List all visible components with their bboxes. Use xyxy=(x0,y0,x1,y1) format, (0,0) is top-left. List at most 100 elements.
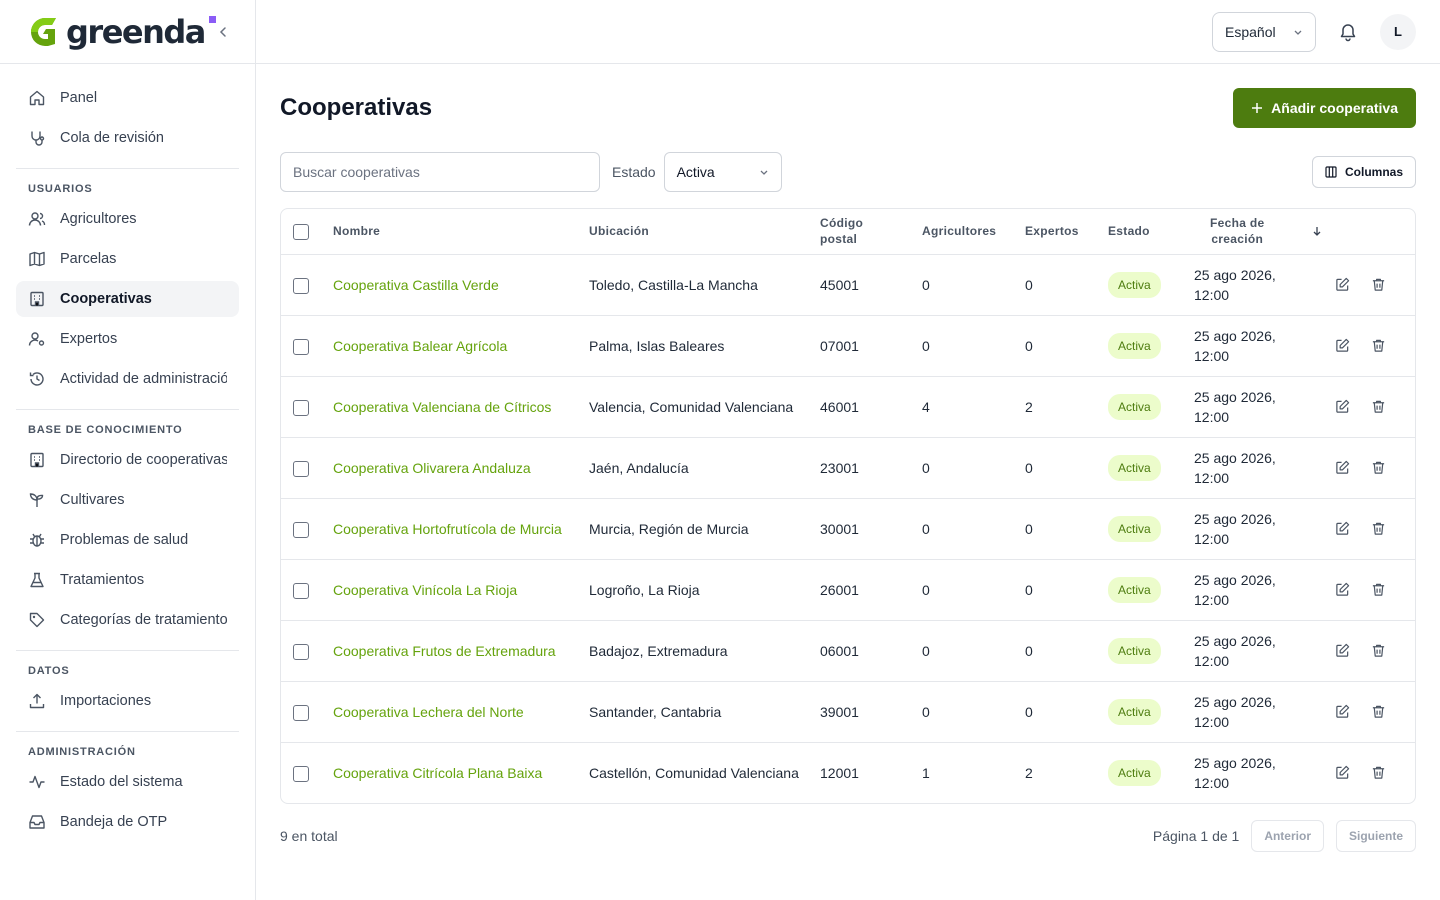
page-info: Página 1 de 1 xyxy=(1152,828,1240,844)
delete-button[interactable] xyxy=(1366,516,1390,540)
header-farmers[interactable]: Agricultores xyxy=(914,209,1017,255)
cell-postal: 07001 xyxy=(812,315,914,377)
edit-button[interactable] xyxy=(1330,577,1354,601)
header-created[interactable]: Fecha de creación xyxy=(1186,209,1322,255)
cell-postal: 46001 xyxy=(812,376,914,438)
row-checkbox[interactable] xyxy=(293,643,309,660)
sidebar-item-directorio-de-cooperativas[interactable]: Directorio de cooperativas xyxy=(16,442,239,478)
sidebar-item-importaciones[interactable]: Importaciones xyxy=(16,683,239,719)
edit-button[interactable] xyxy=(1330,699,1354,723)
delete-button[interactable] xyxy=(1366,577,1390,601)
cooperative-name-link[interactable]: Cooperativa Valenciana de Cítricos xyxy=(333,399,551,415)
sidebar-item-cola-de-revisión[interactable]: Cola de revisión xyxy=(16,120,239,156)
cell-postal: 12001 xyxy=(820,764,859,781)
edit-button[interactable] xyxy=(1330,272,1354,296)
sidebar-item-problemas-de-salud[interactable]: Problemas de salud xyxy=(16,522,239,558)
edit-button[interactable] xyxy=(1330,455,1354,479)
sidebar-item-panel[interactable]: Panel xyxy=(16,80,239,116)
add-cooperative-button[interactable]: Añadir cooperativa xyxy=(1233,88,1416,128)
sidebar-item-actividad-de-administración[interactable]: Actividad de administración xyxy=(16,361,239,397)
edit-button[interactable] xyxy=(1330,516,1354,540)
edit-button[interactable] xyxy=(1330,761,1354,785)
delete-button[interactable] xyxy=(1366,455,1390,479)
status-badge: Activa xyxy=(1108,759,1161,786)
sidebar-item-cultivares[interactable]: Cultivares xyxy=(16,482,239,518)
delete-button[interactable] xyxy=(1366,272,1390,296)
cooperative-name-link[interactable]: Cooperativa Balear Agrícola xyxy=(333,338,507,354)
sidebar-item-agricultores[interactable]: Agricultores xyxy=(16,201,239,237)
edit-icon xyxy=(1335,399,1349,413)
row-checkbox[interactable] xyxy=(293,582,309,599)
sidebar-item-parcelas[interactable]: Parcelas xyxy=(16,241,239,277)
created-time: 12:00 xyxy=(1194,408,1230,425)
header-experts[interactable]: Expertos xyxy=(1017,209,1100,255)
status-filter-select[interactable]: Activa xyxy=(663,152,782,192)
cell-postal: 26001 xyxy=(812,559,914,621)
header-name[interactable]: Nombre xyxy=(325,209,581,255)
row-checkbox[interactable] xyxy=(293,338,309,355)
row-checkbox[interactable] xyxy=(293,399,309,416)
cooperative-name-link[interactable]: Cooperativa Citrícola Plana Baixa xyxy=(333,765,542,781)
edit-button[interactable] xyxy=(1330,638,1354,662)
sidebar-item-tratamientos[interactable]: Tratamientos xyxy=(16,562,239,598)
edit-button[interactable] xyxy=(1330,333,1354,357)
header-location[interactable]: Ubicación xyxy=(581,209,812,255)
previous-page-button[interactable]: Anterior xyxy=(1251,820,1324,852)
sidebar-item-estado-del-sistema[interactable]: Estado del sistema xyxy=(16,764,239,800)
cell-location: Castellón, Comunidad Valenciana xyxy=(589,764,799,781)
status-badge: Activa xyxy=(1108,698,1161,725)
user-avatar[interactable]: L xyxy=(1380,13,1416,50)
collapse-sidebar-button[interactable] xyxy=(216,23,231,41)
cooperative-name-link[interactable]: Cooperativa Castilla Verde xyxy=(333,277,499,293)
edit-button[interactable] xyxy=(1330,394,1354,418)
trash-icon xyxy=(1372,461,1384,474)
edit-icon xyxy=(1335,582,1349,596)
search-input[interactable] xyxy=(280,152,600,192)
notifications-button[interactable] xyxy=(1332,16,1364,48)
select-all-checkbox[interactable] xyxy=(293,223,309,240)
created-date: 25 ago 2026, xyxy=(1194,449,1276,466)
cooperative-name-link[interactable]: Cooperativa Vinícola La Rioja xyxy=(333,582,517,598)
language-select[interactable]: Español xyxy=(1212,11,1316,52)
sidebar-section: USUARIOS Agricultores Parcelas Cooperativas… xyxy=(16,168,239,397)
cooperative-name-link[interactable]: Cooperativa Lechera del Norte xyxy=(333,704,524,720)
row-checkbox[interactable] xyxy=(293,521,309,538)
row-checkbox[interactable] xyxy=(293,460,309,477)
sidebar-item-label: Parcelas xyxy=(60,251,117,267)
columns-button[interactable]: Columnas xyxy=(1311,156,1416,188)
sidebar-item-categorías-de-tratamiento[interactable]: Categorías de tratamiento xyxy=(16,602,239,638)
sidebar-item-label: Bandeja de OTP xyxy=(60,814,168,830)
cell-postal: 06001 xyxy=(812,620,914,682)
main-area: Español L Cooperativas Añadir cooperativ… xyxy=(256,0,1440,900)
cell-created: 25 ago 2026, 12:00 xyxy=(1186,681,1322,743)
sidebar-section: BASE DE CONOCIMIENTO Directorio de cooper… xyxy=(16,409,239,638)
sidebar-item-bandeja-de-otp[interactable]: Bandeja de OTP xyxy=(16,804,239,840)
row-checkbox[interactable] xyxy=(293,277,309,294)
sort-descending-icon[interactable] xyxy=(1312,226,1322,236)
delete-button[interactable] xyxy=(1366,333,1390,357)
cooperative-name-link[interactable]: Cooperativa Olivarera Andaluza xyxy=(333,460,531,476)
status-badge: Activa xyxy=(1108,271,1161,298)
row-checkbox[interactable] xyxy=(293,704,309,721)
edit-icon xyxy=(1335,460,1349,474)
delete-button[interactable] xyxy=(1366,699,1390,723)
delete-button[interactable] xyxy=(1366,394,1390,418)
header-status[interactable]: Estado xyxy=(1100,209,1186,255)
logo[interactable]: greenda xyxy=(28,15,216,49)
cell-postal: 23001 xyxy=(812,437,914,499)
delete-button[interactable] xyxy=(1366,761,1390,785)
sidebar-item-expertos[interactable]: Expertos xyxy=(16,321,239,357)
row-checkbox[interactable] xyxy=(293,766,309,783)
status-filter-label: Estado xyxy=(612,164,656,180)
next-page-button[interactable]: Siguiente xyxy=(1335,820,1416,852)
cooperative-name-link[interactable]: Cooperativa Hortofrutícola de Murcia xyxy=(333,521,562,537)
delete-button[interactable] xyxy=(1366,638,1390,662)
cell-farmers: 4 xyxy=(914,376,1017,438)
cell-farmers: 0 xyxy=(914,559,1017,621)
cooperative-name-link[interactable]: Cooperativa Frutos de Extremadura xyxy=(333,643,556,659)
sidebar-item-cooperativas[interactable]: Cooperativas xyxy=(16,281,239,317)
trash-icon xyxy=(1372,644,1384,657)
building-icon xyxy=(28,290,46,308)
header-postal[interactable]: Código postal xyxy=(812,209,914,255)
upload-icon xyxy=(28,692,46,710)
